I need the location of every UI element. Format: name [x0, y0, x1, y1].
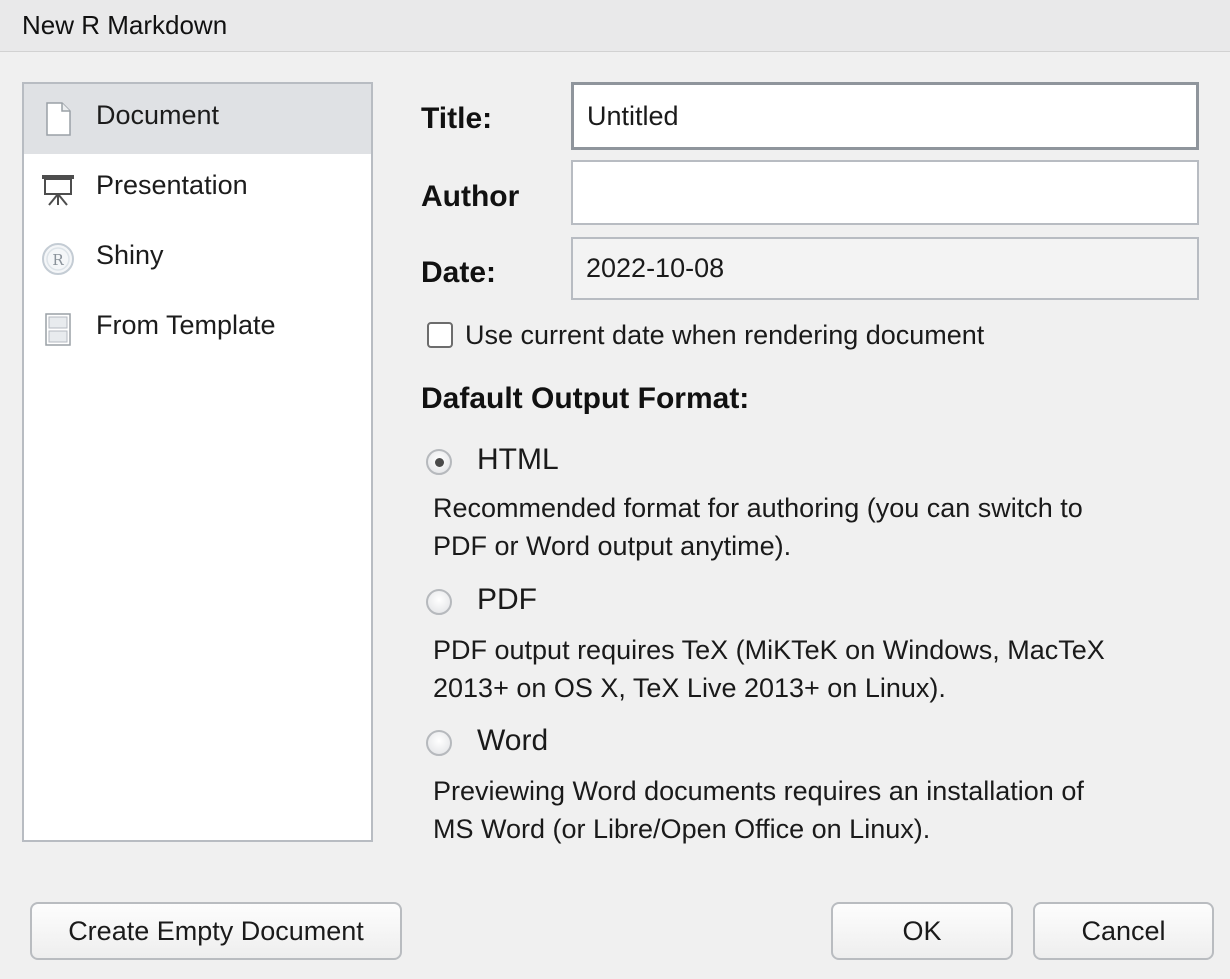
date-label: Date:	[421, 256, 497, 289]
window-title: New R Markdown	[22, 10, 228, 40]
title-label: Title:	[421, 102, 493, 135]
document-icon	[40, 101, 76, 137]
word-description-line: Previewing Word documents requires an in…	[433, 776, 1084, 806]
pdf-description: PDF output requires TeX (MiKTeK on Windo…	[433, 631, 1193, 707]
html-description: Recommended format for authoring (you ca…	[433, 489, 1193, 565]
use-current-date-checkbox[interactable]	[427, 322, 453, 348]
document-type-list: Document Presentation R Shiny From Templ…	[22, 82, 373, 842]
svg-text:R: R	[52, 251, 64, 269]
author-label: Author	[421, 180, 520, 213]
template-icon	[40, 311, 76, 347]
type-item-document[interactable]: Document	[24, 84, 371, 154]
new-r-markdown-dialog: New R Markdown Document Presentation R S…	[0, 0, 1230, 979]
type-item-label: From Template	[96, 310, 276, 340]
html-description-line: Recommended format for authoring (you ca…	[433, 493, 1083, 523]
presentation-easel-icon	[40, 171, 76, 207]
type-item-label: Document	[96, 100, 220, 130]
shiny-r-icon: R	[40, 241, 76, 277]
type-item-presentation[interactable]: Presentation	[24, 154, 371, 224]
output-format-heading: Dafault Output Format:	[421, 382, 750, 415]
type-item-shiny[interactable]: R Shiny	[24, 224, 371, 294]
pdf-description-line: 2013+ on OS X, TeX Live 2013+ on Linux).	[433, 673, 946, 703]
html-radio-label: HTML	[477, 443, 559, 476]
pdf-description-line: PDF output requires TeX (MiKTeK on Windo…	[433, 635, 1105, 665]
type-item-label: Presentation	[96, 170, 248, 200]
date-input[interactable]	[571, 237, 1199, 300]
title-bar: New R Markdown	[0, 0, 1230, 52]
pdf-radio-label: PDF	[477, 583, 537, 616]
word-radio[interactable]	[426, 730, 452, 756]
word-description: Previewing Word documents requires an in…	[433, 772, 1193, 848]
pdf-radio[interactable]	[426, 589, 452, 615]
type-item-from-template[interactable]: From Template	[24, 294, 371, 364]
title-input[interactable]	[571, 82, 1199, 150]
cancel-button[interactable]: Cancel	[1033, 902, 1214, 960]
create-empty-document-button[interactable]: Create Empty Document	[30, 902, 402, 960]
word-radio-label: Word	[477, 724, 549, 757]
word-description-line: MS Word (or Libre/Open Office on Linux).	[433, 814, 931, 844]
html-description-line: PDF or Word output anytime).	[433, 531, 792, 561]
use-current-date-label: Use current date when rendering document	[465, 320, 985, 350]
ok-button[interactable]: OK	[831, 902, 1013, 960]
author-input[interactable]	[571, 160, 1199, 225]
html-radio[interactable]	[426, 449, 452, 475]
type-item-label: Shiny	[96, 240, 164, 270]
